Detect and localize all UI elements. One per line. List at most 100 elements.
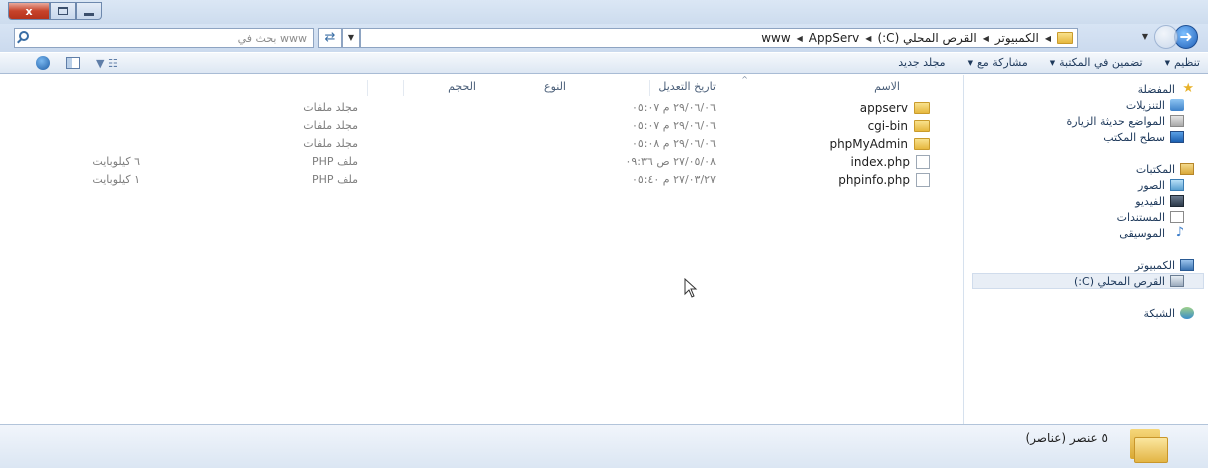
- breadcrumb-local-disk[interactable]: القرص المحلي (C:): [877, 31, 976, 45]
- file-name-cell: index.php: [851, 155, 930, 169]
- sidebar-item-videos[interactable]: الفيديو: [964, 193, 1194, 209]
- folder-icon: [1057, 32, 1073, 44]
- table-row[interactable]: cgi-bin ٢٩/٠٦/٠٦ م ٠٥:٠٧ مجلد ملفات: [0, 117, 962, 135]
- share-with-menu[interactable]: مشاركة مع ▼: [968, 56, 1028, 69]
- libraries-icon: [1180, 163, 1194, 175]
- refresh-icon: ⇄: [324, 30, 336, 45]
- sidebar-item-favorites[interactable]: ★ المفضلة: [964, 81, 1194, 97]
- breadcrumb-separator-icon[interactable]: ◀: [983, 34, 989, 43]
- navigation-pane: ★ المفضلة التنزيلات المواضع حديثة الزيار…: [963, 75, 1208, 424]
- breadcrumb-separator-icon[interactable]: ◀: [865, 34, 871, 43]
- organize-label: تنظيم: [1173, 56, 1200, 69]
- sidebar-item-documents[interactable]: المستندات: [964, 209, 1194, 225]
- file-type-cell: مجلد ملفات: [303, 119, 358, 132]
- music-icon: ♪: [1175, 225, 1184, 240]
- folder-icon: [914, 138, 930, 150]
- column-header-size[interactable]: الحجم: [367, 80, 476, 96]
- address-bar[interactable]: ◀ الكمبيوتر ◀ القرص المحلي (C:) ◀ AppSer…: [360, 28, 1078, 48]
- desktop-icon: [1170, 131, 1184, 143]
- sidebar-item-local-disk[interactable]: القرص المحلي (C:): [972, 273, 1204, 289]
- downloads-icon: [1170, 99, 1184, 111]
- sidebar-item-label: الموسيقى: [1119, 226, 1165, 240]
- address-dropdown-button[interactable]: ▼: [342, 28, 360, 48]
- column-headers: ^ الاسم تاريخ التعديل النوع الحجم: [0, 75, 962, 96]
- refresh-button[interactable]: ⇄: [318, 28, 342, 48]
- sidebar-item-label: الفيديو: [1135, 194, 1165, 208]
- title-bar: x: [0, 0, 1208, 24]
- include-in-library-label: تضمين في المكتبة: [1059, 56, 1143, 69]
- close-icon: x: [25, 4, 33, 18]
- table-row[interactable]: appserv ٢٩/٠٦/٠٦ م ٠٥:٠٧ مجلد ملفات: [0, 99, 962, 117]
- sidebar-item-desktop[interactable]: سطح المكتب: [964, 129, 1194, 145]
- item-count: ٥ عنصر (عناصر): [1025, 431, 1108, 445]
- table-row[interactable]: phpMyAdmin ٢٩/٠٦/٠٦ م ٠٥:٠٨ مجلد ملفات: [0, 135, 962, 153]
- file-type-cell: ملف PHP: [312, 155, 358, 168]
- sidebar-item-computer[interactable]: الكمبيوتر: [964, 257, 1194, 273]
- file-size-cell: ١ كيلوبايت: [92, 173, 140, 186]
- breadcrumb-www[interactable]: www: [761, 31, 790, 45]
- sidebar-item-label: الصور: [1138, 178, 1165, 192]
- sidebar-item-network[interactable]: الشبكة: [964, 305, 1194, 321]
- sidebar-item-label: المفضلة: [1137, 82, 1175, 96]
- chevron-down-icon: ▼: [1049, 58, 1056, 67]
- sidebar-item-downloads[interactable]: التنزيلات: [964, 97, 1194, 113]
- navigation-buttons: ▼ ➜: [1138, 25, 1198, 49]
- chevron-down-icon: ▼: [967, 58, 973, 67]
- file-size-cell: ٦ كيلوبايت: [92, 155, 140, 168]
- help-icon[interactable]: [36, 56, 50, 70]
- forward-button[interactable]: [1154, 25, 1178, 49]
- sidebar-item-pictures[interactable]: الصور: [964, 177, 1194, 193]
- sidebar-item-music[interactable]: ♪ الموسيقى: [964, 225, 1194, 241]
- search-input[interactable]: بحث في www: [14, 28, 314, 48]
- search-icon: [19, 31, 29, 41]
- minimize-button[interactable]: [76, 2, 102, 20]
- breadcrumb-appserv[interactable]: AppServ: [809, 31, 859, 45]
- folder-icon: [1130, 429, 1168, 463]
- back-arrow-icon: ➜: [1179, 27, 1193, 46]
- file-name: phpMyAdmin: [829, 137, 908, 151]
- close-button[interactable]: x: [8, 2, 50, 20]
- sidebar-item-libraries[interactable]: المكتبات: [964, 161, 1194, 177]
- column-header-name[interactable]: الاسم: [874, 80, 900, 96]
- drive-icon: [1170, 275, 1184, 287]
- star-icon: ★: [1182, 81, 1194, 96]
- change-view-icon[interactable]: ▼ ☷: [96, 57, 118, 70]
- file-name: appserv: [859, 101, 908, 115]
- sidebar-item-label: المكتبات: [1135, 162, 1175, 176]
- organize-menu[interactable]: تنظيم ▼: [1165, 56, 1200, 69]
- details-pane: ٥ عنصر (عناصر): [0, 424, 1208, 468]
- sidebar-item-recent-places[interactable]: المواضع حديثة الزيارة: [964, 113, 1194, 129]
- address-row: بحث في www ⇄ ▼ ◀ الكمبيوتر ◀ القرص المحل…: [0, 24, 1208, 52]
- share-with-label: مشاركة مع: [976, 56, 1028, 69]
- sidebar-item-label: سطح المكتب: [1103, 130, 1165, 144]
- view-tools: ▼ ☷: [36, 56, 118, 70]
- include-in-library-menu[interactable]: تضمين في المكتبة ▼: [1050, 56, 1143, 69]
- file-name: cgi-bin: [867, 119, 908, 133]
- sidebar-item-label: الكمبيوتر: [1134, 258, 1175, 272]
- preview-pane-icon[interactable]: [66, 57, 80, 69]
- breadcrumb-separator-icon[interactable]: ◀: [797, 34, 803, 43]
- file-modified-cell: ٢٩/٠٦/٠٦ م ٠٥:٠٨: [631, 137, 716, 150]
- file-name: index.php: [850, 155, 910, 169]
- column-header-modified[interactable]: تاريخ التعديل: [649, 80, 716, 96]
- file-name-cell: phpMyAdmin: [829, 137, 930, 151]
- table-row[interactable]: phpinfo.php ٢٧/٠٣/٢٧ م ٠٥:٤٠ ملف PHP ١ ك…: [0, 171, 962, 189]
- videos-icon: [1170, 195, 1184, 207]
- new-folder-label: مجلد جديد: [898, 56, 946, 69]
- computer-icon: [1180, 259, 1194, 271]
- maximize-button[interactable]: [50, 2, 76, 20]
- recent-pages-dropdown[interactable]: ▼: [1138, 30, 1152, 44]
- file-name-cell: cgi-bin: [868, 119, 930, 133]
- search-placeholder: بحث في www: [237, 32, 307, 45]
- breadcrumb-separator-icon[interactable]: ◀: [1045, 34, 1051, 43]
- sidebar-item-label: المستندات: [1116, 210, 1165, 224]
- breadcrumb-computer[interactable]: الكمبيوتر: [995, 31, 1039, 45]
- network-icon: [1180, 307, 1194, 319]
- new-folder-button[interactable]: مجلد جديد: [898, 56, 945, 69]
- table-row[interactable]: index.php ٢٧/٠٥/٠٨ ص ٠٩:٣٦ ملف PHP ٦ كيل…: [0, 153, 962, 171]
- file-modified-cell: ٢٩/٠٦/٠٦ م ٠٥:٠٧: [631, 119, 716, 132]
- command-bar: تنظيم ▼ تضمين في المكتبة ▼ مشاركة مع ▼ م…: [0, 52, 1208, 74]
- chevron-down-icon: ▼: [1141, 32, 1149, 41]
- file-name-cell: phpinfo.php: [838, 173, 930, 187]
- sidebar-item-label: التنزيلات: [1125, 98, 1165, 112]
